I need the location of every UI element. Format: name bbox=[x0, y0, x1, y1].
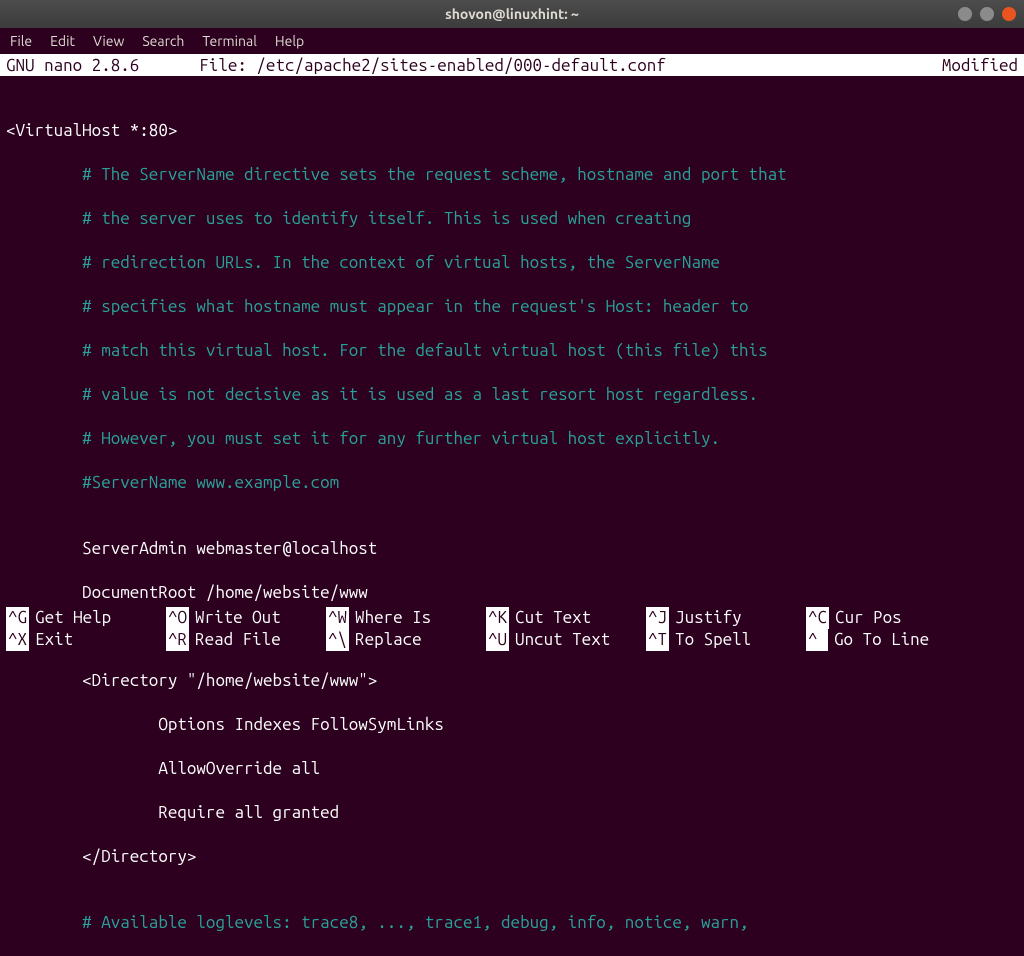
key-label: ^G bbox=[6, 607, 29, 629]
nano-shortcuts: ^G Get Help ^O Write Out ^W Where Is ^K Cut … bbox=[0, 607, 1024, 655]
shortcut-cut-text[interactable]: ^K Cut Text bbox=[486, 607, 646, 629]
menu-edit[interactable]: Edit bbox=[50, 33, 75, 49]
editor-area[interactable]: <VirtualHost *:80> # The ServerName dire… bbox=[0, 98, 1024, 956]
code-line: # the server uses to identify itself. Th… bbox=[6, 208, 1018, 230]
key-label: ^K bbox=[486, 607, 509, 629]
code-line: # value is not decisive as it is used as… bbox=[6, 384, 1018, 406]
shortcut-desc: Where Is bbox=[355, 607, 431, 629]
key-label: ^W bbox=[326, 607, 349, 629]
window-titlebar: shovon@linuxhint: ~ bbox=[0, 0, 1024, 28]
menu-file[interactable]: File bbox=[10, 33, 32, 49]
key-label: ^J bbox=[646, 607, 669, 629]
shortcut-get-help[interactable]: ^G Get Help bbox=[6, 607, 166, 629]
close-icon[interactable] bbox=[1002, 7, 1016, 21]
shortcut-write-out[interactable]: ^O Write Out bbox=[166, 607, 326, 629]
key-label: ^C bbox=[806, 607, 829, 629]
window-title: shovon@linuxhint: ~ bbox=[445, 6, 579, 22]
shortcut-desc: Read File bbox=[195, 629, 281, 651]
shortcut-desc: Cur Pos bbox=[835, 607, 902, 629]
shortcut-desc: Replace bbox=[355, 629, 422, 651]
shortcut-read-file[interactable]: ^R Read File bbox=[166, 629, 326, 651]
shortcut-desc: Cut Text bbox=[515, 607, 591, 629]
code-line: # However, you must set it for any furth… bbox=[6, 428, 1018, 450]
code-line: # redirection URLs. In the context of vi… bbox=[6, 252, 1018, 274]
shortcut-desc: Uncut Text bbox=[515, 629, 610, 651]
menu-terminal[interactable]: Terminal bbox=[202, 33, 257, 49]
code-line: # specifies what hostname must appear in… bbox=[6, 296, 1018, 318]
key-label: ^\ bbox=[326, 629, 349, 651]
menu-search[interactable]: Search bbox=[142, 33, 184, 49]
code-line: # Available loglevels: trace8, ..., trac… bbox=[6, 912, 1018, 934]
code-line: # match this virtual host. For the defau… bbox=[6, 340, 1018, 362]
shortcut-desc: To Spell bbox=[675, 629, 751, 651]
code-line: Require all granted bbox=[6, 802, 1018, 824]
key-label: ^O bbox=[166, 607, 189, 629]
code-line: DocumentRoot /home/website/www bbox=[6, 582, 1018, 604]
shortcut-justify[interactable]: ^J Justify bbox=[646, 607, 806, 629]
key-label: ^X bbox=[6, 629, 29, 651]
code-line: AllowOverride all bbox=[6, 758, 1018, 780]
menu-help[interactable]: Help bbox=[275, 33, 304, 49]
key-label: ^ bbox=[806, 629, 828, 651]
key-label: ^T bbox=[646, 629, 669, 651]
key-label: ^U bbox=[486, 629, 509, 651]
shortcut-desc: Go To Line bbox=[834, 629, 929, 651]
menu-view[interactable]: View bbox=[93, 33, 124, 49]
shortcut-desc: Write Out bbox=[195, 607, 281, 629]
shortcut-where-is[interactable]: ^W Where Is bbox=[326, 607, 486, 629]
code-line: <VirtualHost *:80> bbox=[6, 120, 1018, 142]
code-line: ServerAdmin webmaster@localhost bbox=[6, 538, 1018, 560]
code-line: Options Indexes FollowSymLinks bbox=[6, 714, 1018, 736]
code-line: # The ServerName directive sets the requ… bbox=[6, 164, 1018, 186]
shortcut-row: ^X Exit ^R Read File ^\ Replace ^U Uncut Tex… bbox=[6, 629, 1018, 651]
shortcut-cur-pos[interactable]: ^C Cur Pos bbox=[806, 607, 966, 629]
shortcut-replace[interactable]: ^\ Replace bbox=[326, 629, 486, 651]
shortcut-desc: Exit bbox=[35, 629, 73, 651]
shortcut-desc: Get Help bbox=[35, 607, 111, 629]
code-line: </Directory> bbox=[6, 846, 1018, 868]
window-controls bbox=[958, 7, 1016, 21]
minimize-icon[interactable] bbox=[958, 7, 972, 21]
code-line: <Directory "/home/website/www"> bbox=[6, 670, 1018, 692]
key-label: ^R bbox=[166, 629, 189, 651]
shortcut-to-spell[interactable]: ^T To Spell bbox=[646, 629, 806, 651]
nano-file: File: /etc/apache2/sites-enabled/000-def… bbox=[199, 56, 942, 75]
nano-header: GNU nano 2.8.6 File: /etc/apache2/sites-… bbox=[0, 54, 1024, 76]
shortcut-go-to-line[interactable]: ^ Go To Line bbox=[806, 629, 966, 651]
shortcut-row: ^G Get Help ^O Write Out ^W Where Is ^K Cut … bbox=[6, 607, 1018, 629]
nano-status: Modified bbox=[942, 56, 1018, 75]
nano-version: GNU nano 2.8.6 bbox=[6, 56, 199, 75]
shortcut-exit[interactable]: ^X Exit bbox=[6, 629, 166, 651]
code-line: #ServerName www.example.com bbox=[6, 472, 1018, 494]
shortcut-desc: Justify bbox=[675, 607, 742, 629]
shortcut-uncut-text[interactable]: ^U Uncut Text bbox=[486, 629, 646, 651]
menubar: File Edit View Search Terminal Help bbox=[0, 28, 1024, 54]
maximize-icon[interactable] bbox=[980, 7, 994, 21]
